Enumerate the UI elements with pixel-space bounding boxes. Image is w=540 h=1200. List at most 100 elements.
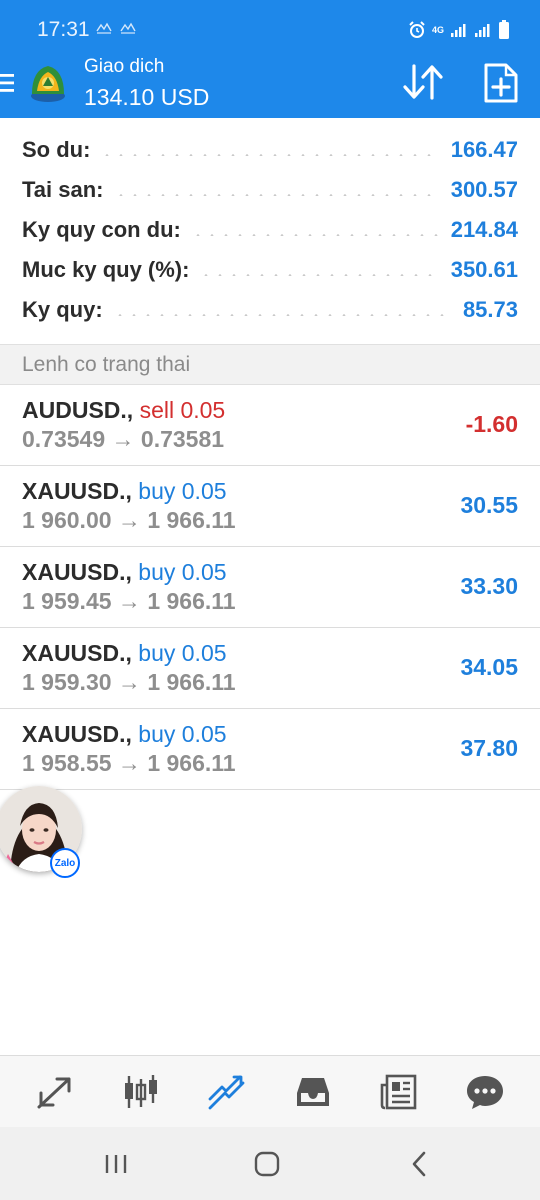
chart-icon [125, 1074, 157, 1108]
alarm-icon [409, 21, 425, 38]
zalo-chat-head[interactable]: Zalo [0, 786, 84, 878]
summary-row-free-margin: Ky quy con du: 214.84 [0, 210, 540, 250]
current-price: 0.73581 [140, 426, 225, 452]
position-profit: 33.30 [460, 573, 518, 599]
position-profit: 30.55 [460, 492, 518, 518]
open-price: 1 959.45 [22, 588, 112, 614]
position-row[interactable]: XAUUSD., buy 0.05 1 960.00 → 1 966.11 30… [0, 466, 540, 547]
dotted-leader [113, 194, 441, 196]
position-prices: 1 958.55 → 1 966.11 [22, 750, 236, 777]
tab-history[interactable] [291, 1070, 335, 1114]
open-price: 1 960.00 [22, 507, 112, 533]
position-symbol: XAUUSD., [22, 640, 132, 666]
position-row[interactable]: XAUUSD., buy 0.05 1 959.45 → 1 966.11 33… [0, 547, 540, 628]
current-price: 1 966.11 [147, 669, 236, 695]
trade-icon [208, 1075, 245, 1109]
summary-value: 166.47 [450, 137, 518, 162]
notification-icon [120, 22, 136, 34]
position-prices: 1 959.45 → 1 966.11 [22, 588, 236, 615]
dotted-leader [190, 234, 441, 236]
position-side: buy 0.05 [138, 478, 227, 504]
tab-charts[interactable] [119, 1070, 163, 1114]
tab-chat[interactable] [463, 1070, 507, 1114]
position-side: buy 0.05 [138, 640, 227, 666]
position-symbol: AUDUSD., [22, 397, 134, 423]
summary-label: Muc ky quy (%): [22, 257, 190, 282]
chat-icon [467, 1075, 503, 1109]
summary-label: Ky quy con du: [22, 217, 181, 242]
position-symbol: XAUUSD., [22, 559, 132, 585]
position-title: XAUUSD., buy 0.05 [22, 640, 227, 667]
notification-icon [96, 22, 112, 34]
open-price: 1 958.55 [22, 750, 112, 776]
position-row[interactable]: AUDUSD., sell 0.05 0.73549 → 0.73581 -1.… [0, 385, 540, 466]
position-side: buy 0.05 [138, 559, 227, 585]
arrow-right-icon: → [117, 588, 141, 614]
summary-row-balance: So du: 166.47 [0, 130, 540, 170]
current-price: 1 966.11 [147, 750, 236, 776]
position-title: XAUUSD., buy 0.05 [22, 478, 227, 505]
account-balance: 134.10 USD [84, 84, 210, 110]
metatrader-logo [31, 66, 65, 102]
section-title: Lenh co trang thai [22, 352, 191, 376]
network-type-label: 4G [431, 24, 444, 35]
menu-icon[interactable] [0, 72, 16, 94]
position-prices: 1 960.00 → 1 966.11 [22, 507, 236, 534]
arrow-right-icon: → [111, 426, 135, 452]
position-title: XAUUSD., buy 0.05 [22, 721, 227, 748]
tab-quotes[interactable] [33, 1070, 77, 1114]
quotes-icon [37, 1077, 71, 1108]
home-icon [254, 1151, 280, 1177]
position-profit: 34.05 [460, 654, 518, 680]
current-price: 1 966.11 [147, 507, 236, 533]
position-side: buy 0.05 [138, 721, 227, 747]
signal-icon [451, 24, 466, 37]
position-prices: 1 959.30 → 1 966.11 [22, 669, 236, 696]
position-symbol: XAUUSD., [22, 721, 132, 747]
position-profit: -1.60 [465, 411, 518, 437]
summary-value: 300.57 [450, 177, 518, 202]
summary-value: 214.84 [450, 217, 518, 242]
sort-icon[interactable] [400, 62, 446, 102]
summary-value: 85.73 [462, 297, 518, 322]
back-button[interactable] [401, 1149, 437, 1179]
new-order-icon[interactable] [482, 62, 520, 104]
arrow-right-icon: → [117, 507, 141, 533]
battery-icon [499, 20, 509, 39]
arrow-right-icon: → [117, 669, 141, 695]
system-nav-bar [0, 1127, 540, 1200]
summary-label: So du: [22, 137, 91, 162]
position-side: sell 0.05 [139, 397, 226, 423]
summary-row-equity: Tai san: 300.57 [0, 170, 540, 210]
app-title: Giao dich [84, 56, 165, 77]
tab-trade[interactable] [205, 1070, 249, 1114]
position-profit: 37.80 [460, 735, 518, 761]
summary-row-margin-level: Muc ky quy (%): 350.61 [0, 250, 540, 290]
app-header: 17:31 4G Giao dich 134.10 USD [0, 0, 540, 118]
positions-list: AUDUSD., sell 0.05 0.73549 → 0.73581 -1.… [0, 385, 540, 790]
position-prices: 0.73549 → 0.73581 [22, 426, 224, 453]
dotted-leader [199, 274, 441, 276]
position-symbol: XAUUSD., [22, 478, 132, 504]
position-title: AUDUSD., sell 0.05 [22, 397, 225, 424]
account-summary: So du: 166.47 Tai san: 300.57 Ky quy con… [0, 130, 540, 330]
status-icons: 4G [408, 18, 510, 42]
news-icon [380, 1074, 417, 1109]
recent-apps-icon [105, 1155, 127, 1173]
open-price: 0.73549 [22, 426, 106, 452]
open-price: 1 959.30 [22, 669, 112, 695]
positions-section-header: Lenh co trang thai [0, 344, 540, 385]
tab-news[interactable] [377, 1070, 421, 1114]
position-row[interactable]: XAUUSD., buy 0.05 1 958.55 → 1 966.11 37… [0, 709, 540, 790]
zalo-badge: Zalo [50, 848, 80, 878]
dotted-leader [100, 154, 441, 156]
summary-value: 350.61 [450, 257, 518, 282]
dotted-leader [112, 314, 453, 316]
summary-label: Tai san: [22, 177, 104, 202]
signal-icon [475, 24, 490, 37]
position-row[interactable]: XAUUSD., buy 0.05 1 959.30 → 1 966.11 34… [0, 628, 540, 709]
bottom-toolbar [0, 1055, 540, 1127]
home-button[interactable] [249, 1149, 285, 1179]
recent-apps-button[interactable] [98, 1149, 134, 1179]
summary-label: Ky quy: [22, 297, 103, 322]
